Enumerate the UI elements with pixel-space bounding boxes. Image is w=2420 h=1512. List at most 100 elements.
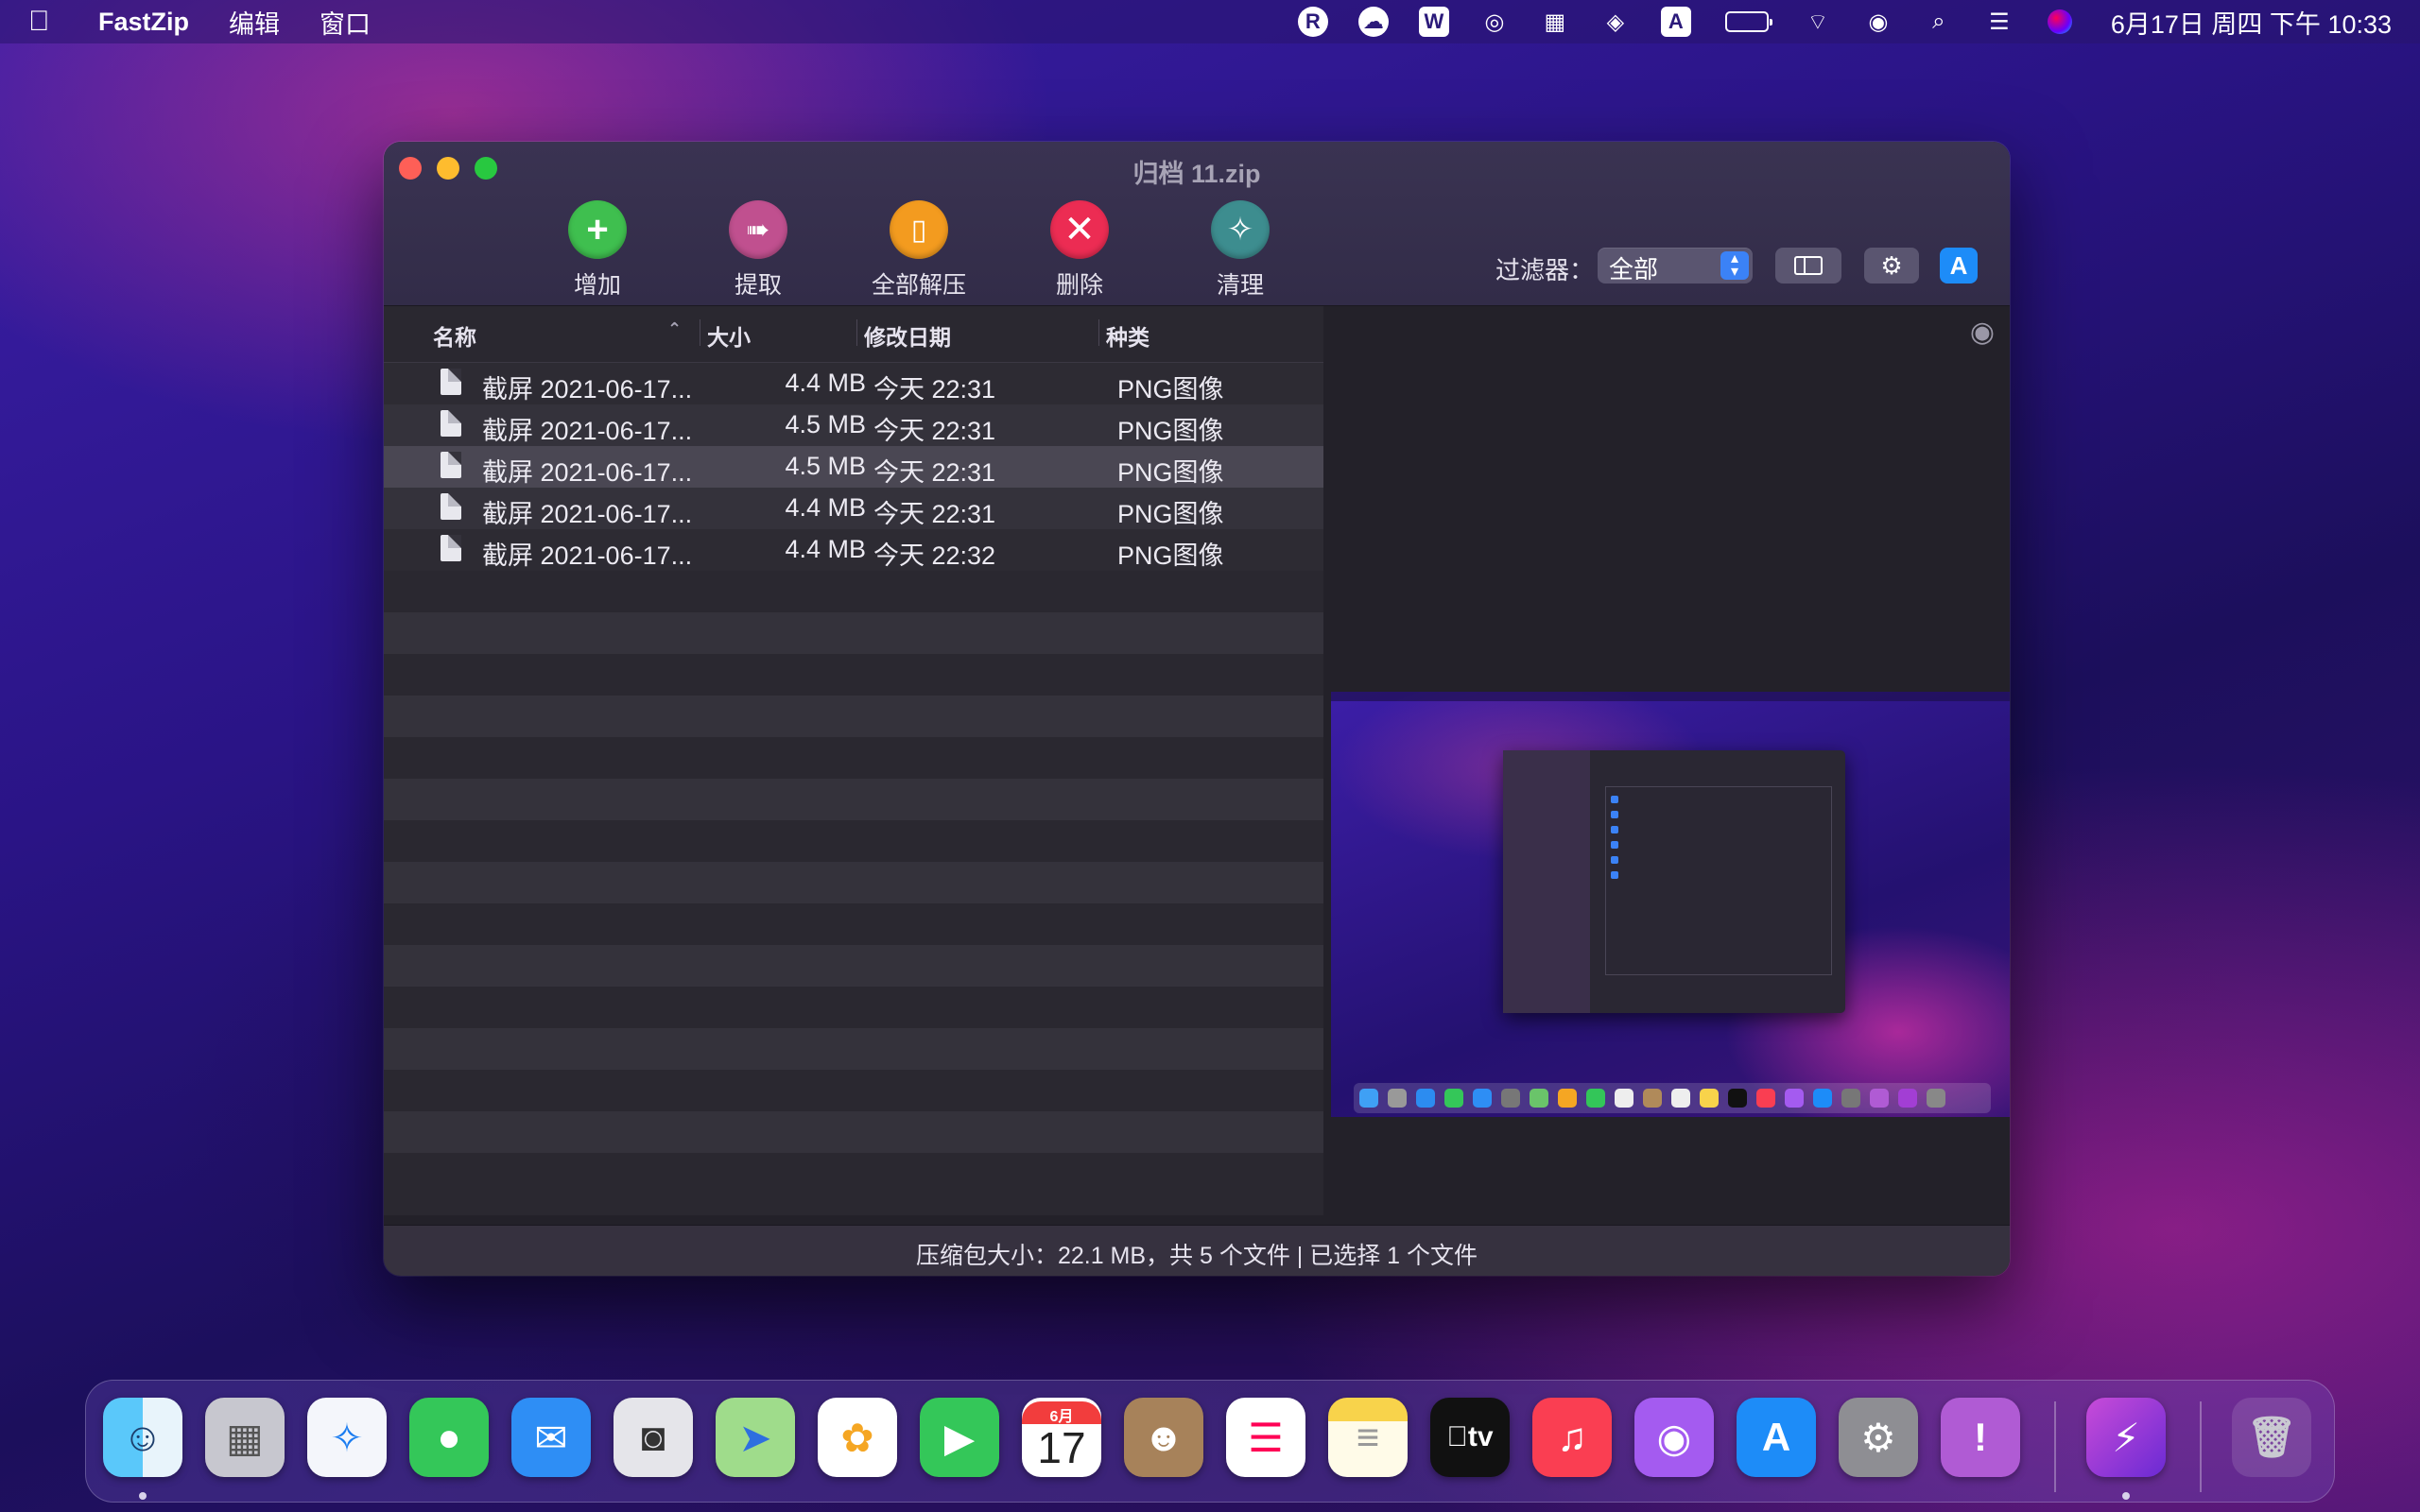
podcasts-icon[interactable]: ◉ (1634, 1398, 1714, 1477)
title-bar: 归档 11.zip + 增加 ➠ 提取 ▯ 全部解压 ✕ 删除 ✧ 清理 过滤器… (384, 142, 2010, 306)
dock: ☺ ▦ ✧ ● ✉ ◙ ➤ ✿ ▶ 6月 17 ☻ ☰ ≡ tv ♫ ◉ A … (85, 1380, 2335, 1503)
file-size: 4.4 MB (752, 535, 866, 564)
preview-menubar (1331, 692, 2010, 701)
filter-select[interactable]: 全部 ▴▾ (1598, 248, 1753, 284)
clean-button[interactable]: ✧ 清理 (1174, 200, 1306, 301)
extract-label: 提取 (692, 266, 824, 301)
system-preferences-icon[interactable]: ⚙ (1839, 1398, 1918, 1477)
empty-row-stripe (384, 779, 1323, 820)
document-icon (441, 535, 461, 561)
table-row[interactable]: 截屏 2021-06-17... 4.4 MB 今天 22:32 PNG图像 (384, 529, 1323, 571)
calendar-icon[interactable]: 6月 17 (1022, 1398, 1101, 1477)
delete-button[interactable]: ✕ 删除 (1013, 200, 1146, 301)
column-kind-header[interactable]: 种类 (1106, 319, 1150, 352)
running-indicator (139, 1492, 147, 1500)
finder-icon[interactable]: ☺ (103, 1398, 182, 1477)
extract-button[interactable]: ➠ 提取 (692, 200, 824, 301)
user-icon[interactable]: ◉ (1862, 6, 1894, 38)
apple-tv-icon[interactable]: tv (1430, 1398, 1510, 1477)
calendar-day: 17 (1022, 1422, 1101, 1473)
extract-all-button[interactable]: ▯ 全部解压 (853, 200, 985, 301)
preview-window (1503, 750, 1845, 1013)
messages-icon[interactable]: ● (409, 1398, 489, 1477)
sidebar-toggle-button[interactable] (1775, 248, 1841, 284)
column-separator[interactable] (1098, 319, 1099, 346)
input-source-icon[interactable]: A (1660, 6, 1692, 38)
file-size: 4.4 MB (752, 369, 866, 398)
menu-window[interactable]: 窗口 (320, 4, 371, 41)
app-store-button[interactable]: A (1940, 248, 1978, 284)
add-button[interactable]: + 增加 (531, 200, 664, 301)
launchpad-icon[interactable]: ▦ (205, 1398, 285, 1477)
siri-icon[interactable] (2044, 6, 2076, 38)
table-row-selected[interactable]: 截屏 2021-06-17... 4.5 MB 今天 22:31 PNG图像 (384, 446, 1323, 488)
eye-icon[interactable]: ◉ (1970, 316, 1995, 349)
broom-icon: ✧ (1211, 200, 1270, 259)
sidebar-icon (1794, 256, 1823, 275)
maps-icon[interactable]: ➤ (716, 1398, 795, 1477)
screenshot-icon[interactable]: ◙ (614, 1398, 693, 1477)
trash-icon[interactable]: 🗑 (2232, 1398, 2311, 1477)
reminders-icon[interactable]: ☰ (1226, 1398, 1305, 1477)
window-title: 归档 11.zip (384, 153, 2010, 190)
x-icon: ✕ (1050, 200, 1109, 259)
preview-panel (1605, 786, 1832, 975)
safari-icon[interactable]: ✧ (307, 1398, 387, 1477)
extract-all-label: 全部解压 (853, 266, 985, 301)
w-status-icon[interactable]: W (1418, 6, 1450, 38)
battery-icon[interactable] (1720, 6, 1773, 38)
document-icon (441, 493, 461, 520)
photos-icon[interactable]: ✿ (818, 1398, 897, 1477)
document-icon (441, 410, 461, 437)
preview-checkbox (1611, 811, 1618, 818)
column-date-header[interactable]: 修改日期 (864, 319, 951, 352)
facetime-icon[interactable]: ▶ (920, 1398, 999, 1477)
mail-icon[interactable]: ✉ (511, 1398, 591, 1477)
grid-status-icon[interactable]: ▦ (1539, 6, 1571, 38)
file-size: 4.4 MB (752, 493, 866, 523)
notes-icon[interactable]: ≡ (1328, 1398, 1408, 1477)
search-icon[interactable]: ⌕ (1923, 6, 1955, 38)
menu-app-name[interactable]: FastZip (98, 8, 189, 37)
sort-ascending-icon[interactable]: ⌃ (667, 319, 682, 339)
zipper-icon: ▯ (890, 200, 948, 259)
column-size-header[interactable]: 大小 (707, 319, 751, 352)
music-icon[interactable]: ♫ (1532, 1398, 1612, 1477)
r-status-icon[interactable]: R (1297, 6, 1329, 38)
file-kind: PNG图像 (1117, 410, 1224, 447)
settings-button[interactable]: ⚙ (1864, 248, 1919, 284)
menu-edit[interactable]: 编辑 (229, 4, 280, 41)
file-name: 截屏 2021-06-17... (482, 535, 692, 572)
app-store-icon: A (1950, 251, 1968, 281)
document-icon (441, 452, 461, 478)
preview-checkbox (1611, 796, 1618, 803)
wifi-icon[interactable]: ⌔ (1802, 6, 1834, 38)
running-indicator (2122, 1492, 2130, 1500)
file-name: 截屏 2021-06-17... (482, 410, 692, 447)
table-row[interactable]: 截屏 2021-06-17... 4.5 MB 今天 22:31 PNG图像 (384, 404, 1323, 446)
contacts-icon[interactable]: ☻ (1124, 1398, 1203, 1477)
filter-value: 全部 (1609, 255, 1658, 284)
apple-menu-icon[interactable]:  (28, 6, 66, 38)
preview-checkbox (1611, 841, 1618, 849)
clock[interactable]: 6月17日 周四 下午 10:33 (2111, 4, 2392, 41)
fastzip-icon[interactable]: ⚡ (2086, 1398, 2166, 1477)
layers-status-icon[interactable]: ◈ (1599, 6, 1632, 38)
file-list[interactable]: 名称 ⌃ 大小 修改日期 种类 截屏 2021-06-17... 4.4 MB … (384, 306, 1323, 1215)
preview-dock (1354, 1083, 1991, 1113)
weather-status-icon[interactable]: ☁ (1357, 6, 1390, 38)
control-center-icon[interactable]: ☰ (1983, 6, 2015, 38)
column-separator[interactable] (856, 319, 857, 346)
file-name: 截屏 2021-06-17... (482, 493, 692, 530)
file-name: 截屏 2021-06-17... (482, 452, 692, 489)
feedback-assistant-icon[interactable]: ! (1941, 1398, 2020, 1477)
table-row[interactable]: 截屏 2021-06-17... 4.4 MB 今天 22:31 PNG图像 (384, 488, 1323, 529)
table-row[interactable]: 截屏 2021-06-17... 4.4 MB 今天 22:31 PNG图像 (384, 363, 1323, 404)
file-date: 今天 22:31 (873, 369, 995, 405)
chevron-updown-icon: ▴▾ (1720, 251, 1749, 280)
empty-row-stripe (384, 1028, 1323, 1070)
list-header: 名称 ⌃ 大小 修改日期 种类 (384, 306, 1323, 363)
column-name-header[interactable]: 名称 (433, 319, 476, 352)
app-store-icon[interactable]: A (1737, 1398, 1816, 1477)
spiral-status-icon[interactable]: ◎ (1478, 6, 1511, 38)
